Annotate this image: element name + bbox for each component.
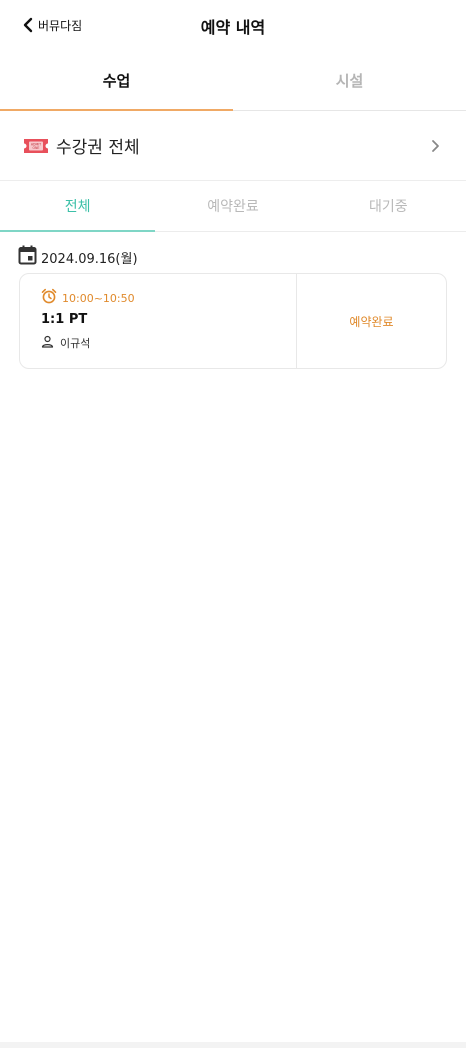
- instructor-row: 이규석: [41, 333, 296, 352]
- reservation-details: 10:00~10:50 1:1 PT 이규석: [20, 274, 297, 368]
- tab-facility[interactable]: 시설: [233, 50, 466, 110]
- status-badge: 예약완료: [349, 314, 394, 329]
- reservation-date: 2024.09.16(월): [41, 251, 138, 267]
- tab-all[interactable]: 전체: [0, 181, 156, 232]
- reservation-history-page: 버뮤다짐 예약 내역 수업 시설 ADMIT ONE 수강권 전체 전체 예약완…: [0, 0, 466, 1048]
- tab-waiting[interactable]: 대기중: [311, 181, 466, 231]
- tab-reserved[interactable]: 예약완료: [155, 181, 310, 231]
- alarm-clock-icon: [41, 288, 57, 308]
- primary-tabs: 수업 시설: [0, 50, 466, 111]
- ticket-filter[interactable]: ADMIT ONE 수강권 전체: [0, 111, 466, 181]
- person-icon: [41, 333, 54, 352]
- reservation-status-cell: 예약완료: [297, 274, 446, 368]
- reservation-card[interactable]: 10:00~10:50 1:1 PT 이규석 예약완료: [19, 273, 447, 369]
- page-title: 예약 내역: [200, 18, 266, 37]
- chevron-right-icon: [430, 138, 440, 158]
- ticket-icon-text-2: ONE: [33, 146, 40, 150]
- calendar-icon: [18, 245, 37, 269]
- time-row: 10:00~10:50: [41, 288, 296, 308]
- app-header: 버뮤다짐 예약 내역: [0, 0, 466, 50]
- status-tabs: 전체 예약완료 대기중: [0, 181, 466, 232]
- tab-class[interactable]: 수업: [0, 50, 233, 111]
- class-time: 10:00~10:50: [62, 291, 135, 305]
- ticket-icon: ADMIT ONE: [22, 136, 50, 156]
- ticket-filter-label: 수강권 전체: [56, 138, 140, 158]
- bottom-bar: [0, 1042, 466, 1048]
- date-header: 2024.09.16(월): [18, 245, 138, 269]
- class-name: 1:1 PT: [41, 312, 88, 327]
- instructor-name: 이규석: [60, 336, 91, 350]
